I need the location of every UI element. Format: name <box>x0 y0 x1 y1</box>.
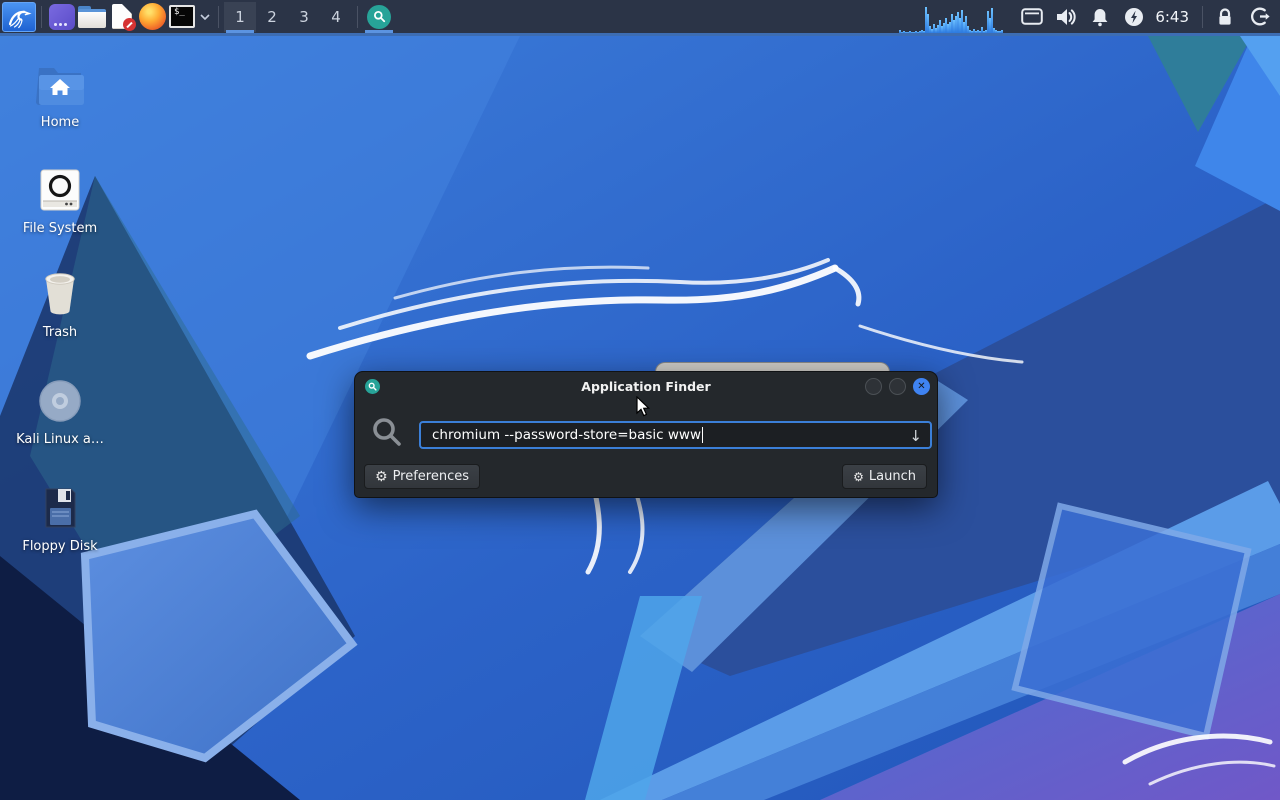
terminal-icon: $_ <box>169 5 195 28</box>
search-icon <box>371 416 403 452</box>
launcher-dashboard[interactable] <box>47 2 77 32</box>
minimize-button[interactable] <box>865 378 882 395</box>
volume-icon[interactable] <box>1053 2 1079 32</box>
floppy-disk-icon <box>38 480 82 530</box>
clock[interactable]: 6:43 <box>1155 8 1189 26</box>
launcher-terminal[interactable]: $_ <box>167 2 197 32</box>
close-button[interactable]: ✕ <box>913 378 930 395</box>
desktop-icon-label: Home <box>41 115 79 130</box>
preferences-button[interactable]: ⚙ Preferences <box>364 464 480 489</box>
workspace-1[interactable]: 1 <box>224 2 256 32</box>
gear-icon: ⚙ <box>375 469 388 485</box>
notifications-bell-icon[interactable] <box>1087 2 1113 32</box>
launcher-firefox[interactable] <box>137 2 167 32</box>
panel-separator <box>218 6 219 28</box>
panel-separator <box>1202 6 1203 28</box>
command-input[interactable]: chromium --password-store=basic www ↓ <box>419 421 932 449</box>
desktop-icon-kali-cd[interactable]: Kali Linux a… <box>12 373 108 447</box>
text-caret <box>702 427 703 443</box>
maximize-button[interactable] <box>889 378 906 395</box>
lock-icon[interactable] <box>1212 2 1238 32</box>
cd-disc-icon <box>38 373 82 423</box>
panel-separator <box>357 6 358 28</box>
desktop-icon-home[interactable]: Home <box>12 56 108 130</box>
launcher-text-editor[interactable] <box>107 2 137 32</box>
combo-dropdown-arrow[interactable]: ↓ <box>909 427 922 445</box>
text-editor-icon <box>112 4 132 29</box>
desktop-icon-label: Kali Linux a… <box>16 432 104 447</box>
kali-dragon-icon <box>6 5 32 29</box>
desktop-icon-file-system[interactable]: File System <box>12 162 108 236</box>
trash-icon <box>39 266 81 316</box>
home-folder-icon <box>36 56 84 106</box>
power-manager-icon[interactable] <box>1121 2 1147 32</box>
taskbar-application-finder[interactable] <box>363 2 395 32</box>
command-text: chromium --password-store=basic www <box>432 427 701 443</box>
terminal-dropdown-chevron[interactable] <box>197 2 213 32</box>
desktop-icon-label: Trash <box>43 325 77 340</box>
kali-menu-button[interactable] <box>2 2 36 32</box>
workspace-2[interactable]: 2 <box>256 2 288 32</box>
desktop-icon-trash[interactable]: Trash <box>12 266 108 340</box>
dashboard-icon <box>49 4 75 30</box>
cpu-load-graph[interactable] <box>899 0 1007 33</box>
file-manager-icon <box>78 6 106 28</box>
panel-separator <box>41 6 42 28</box>
launch-button[interactable]: ⚙ Launch <box>842 464 927 489</box>
launcher-file-manager[interactable] <box>77 2 107 32</box>
window-display-icon[interactable] <box>1019 2 1045 32</box>
top-panel: $_ 1 2 3 4 6:43 <box>0 0 1280 36</box>
run-gear-icon: ⚙ <box>853 470 864 484</box>
hard-drive-icon <box>38 162 82 212</box>
cpu-bar <box>1001 30 1003 33</box>
desktop-icon-label: File System <box>23 221 97 236</box>
desktop-icon-floppy[interactable]: Floppy Disk <box>12 480 108 554</box>
preferences-label: Preferences <box>393 469 469 484</box>
mouse-cursor <box>636 396 651 421</box>
firefox-icon <box>139 3 166 30</box>
window-title: Application Finder <box>581 379 710 394</box>
search-icon <box>367 5 391 29</box>
application-finder-icon <box>365 379 380 394</box>
workspace-4[interactable]: 4 <box>320 2 352 32</box>
launch-label: Launch <box>869 469 916 484</box>
workspace-3[interactable]: 3 <box>288 2 320 32</box>
logout-icon[interactable] <box>1246 2 1272 32</box>
desktop-icon-label: Floppy Disk <box>22 539 97 554</box>
application-finder-window: Application Finder ✕ chromium --password… <box>354 371 938 498</box>
